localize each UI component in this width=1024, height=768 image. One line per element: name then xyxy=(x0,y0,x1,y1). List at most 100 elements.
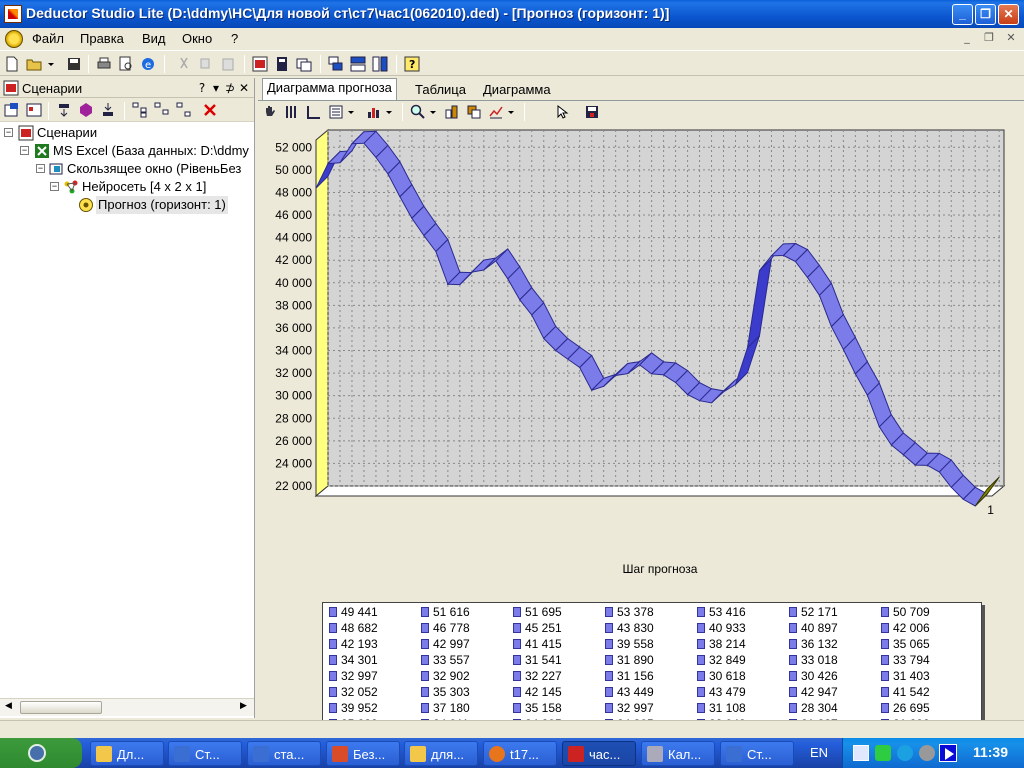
taskbar-button[interactable]: Кал... xyxy=(641,741,715,766)
panel-help-button[interactable]: ? xyxy=(196,81,208,95)
series-settings-icon[interactable] xyxy=(444,104,460,120)
language-indicator[interactable]: EN xyxy=(810,745,828,760)
legend-swatch xyxy=(605,687,613,697)
panel-close-button[interactable]: ✕ xyxy=(238,81,250,95)
series-copy-icon[interactable] xyxy=(466,104,482,120)
tree-expand-icon[interactable] xyxy=(132,102,148,118)
copy-icon[interactable] xyxy=(198,56,214,72)
chart-type-icon[interactable] xyxy=(366,104,382,120)
cut-icon[interactable] xyxy=(176,56,192,72)
export-icon[interactable] xyxy=(100,102,116,118)
legend-label: 53 416 xyxy=(709,605,746,619)
taskbar-button[interactable]: для... xyxy=(404,741,478,766)
tree-move-icon[interactable] xyxy=(176,102,192,118)
notebook-icon[interactable] xyxy=(274,56,290,72)
chart-type-dropdown-icon[interactable] xyxy=(384,104,394,120)
tile-vertical-icon[interactable] xyxy=(372,56,388,72)
panel-pin-button[interactable]: ⊅ xyxy=(224,81,236,95)
legend-dropdown-icon[interactable] xyxy=(346,104,356,120)
windows-icon[interactable] xyxy=(296,56,312,72)
print-preview-icon[interactable] xyxy=(118,56,134,72)
taskbar-button[interactable]: час... xyxy=(562,741,636,766)
legend-label: 32 052 xyxy=(341,685,378,699)
tab-table[interactable]: Таблица xyxy=(410,80,471,100)
zoom-icon[interactable] xyxy=(410,104,426,120)
menu-bar: Файл Правка Вид Окно ? _ ❐ ✕ xyxy=(0,28,1024,49)
process-icon[interactable] xyxy=(78,102,94,118)
paste-icon[interactable] xyxy=(220,56,236,72)
mdi-close-icon[interactable]: ✕ xyxy=(1004,31,1018,45)
legend-entry: 32 849 xyxy=(697,653,746,667)
volume-icon[interactable] xyxy=(919,745,935,761)
export-chart-icon[interactable] xyxy=(584,104,600,120)
line-chart-icon[interactable] xyxy=(488,104,504,120)
start-button[interactable] xyxy=(0,738,82,768)
zoom-dropdown-icon[interactable] xyxy=(428,104,438,120)
restore-button[interactable]: ❐ xyxy=(975,4,996,25)
menu-help[interactable]: ? xyxy=(231,31,238,46)
app-icon[interactable] xyxy=(4,5,22,23)
icq-icon[interactable] xyxy=(875,745,891,761)
scroll-right-icon[interactable]: ▶ xyxy=(240,701,247,711)
taskbar-button[interactable]: Без... xyxy=(326,741,400,766)
open-dropdown-icon[interactable] xyxy=(46,56,56,72)
mdi-minimize-icon[interactable]: _ xyxy=(960,31,974,45)
excel-icon xyxy=(35,144,49,158)
antivirus-icon[interactable] xyxy=(897,745,913,761)
tree-collapse-toggle-icon[interactable]: − xyxy=(4,128,13,137)
line-chart-dropdown-icon[interactable] xyxy=(506,104,516,120)
print-icon[interactable] xyxy=(96,56,112,72)
close-button[interactable]: ✕ xyxy=(998,4,1019,25)
legend-swatch xyxy=(881,623,889,633)
legend-swatch xyxy=(697,655,705,665)
menu-edit[interactable]: Правка xyxy=(80,31,124,46)
scenarios-panel-icon[interactable] xyxy=(252,56,268,72)
axes-icon[interactable] xyxy=(306,104,322,120)
clock[interactable]: 11:39 xyxy=(973,744,1008,760)
save-icon[interactable] xyxy=(66,56,82,72)
tree-collapse-toggle-icon[interactable]: − xyxy=(50,182,59,191)
y-tick-label: 44 000 xyxy=(275,231,312,245)
scrollbar-thumb[interactable] xyxy=(20,701,102,714)
tree-collapse-icon[interactable] xyxy=(154,102,170,118)
tab-chart[interactable]: Диаграмма xyxy=(478,80,556,100)
taskbar-button[interactable]: ста... xyxy=(247,741,321,766)
y-axis-labels: 22 000 24 000 26 000 28 000 30 000 32 000 34 0… xyxy=(275,140,312,493)
open-folder-icon[interactable] xyxy=(26,56,42,72)
hand-icon[interactable] xyxy=(262,104,278,120)
tab-forecast-chart[interactable]: Диаграмма прогноза xyxy=(262,78,397,100)
new-file-icon[interactable] xyxy=(4,56,20,72)
horizontal-scrollbar[interactable]: ◀ ▶ xyxy=(0,698,254,716)
panel-menu-button[interactable]: ▾ xyxy=(210,81,222,95)
cascade-icon[interactable] xyxy=(328,56,344,72)
legend-swatch xyxy=(605,671,613,681)
help-icon[interactable]: ? xyxy=(404,56,420,72)
legend-entry: 31 403 xyxy=(881,669,930,683)
column-select-icon[interactable] xyxy=(284,104,300,120)
legend-label: 39 558 xyxy=(617,637,654,651)
minimize-button[interactable]: _ xyxy=(952,4,973,25)
cursor-icon[interactable] xyxy=(554,104,570,120)
taskbar-button[interactable]: Дл... xyxy=(90,741,164,766)
delete-icon[interactable] xyxy=(202,102,218,118)
menu-window[interactable]: Окно xyxy=(182,31,212,46)
taskbar-button[interactable]: Ст... xyxy=(720,741,794,766)
menu-file[interactable]: Файл xyxy=(32,31,64,46)
legend-icon[interactable] xyxy=(328,104,344,120)
y-tick-label: 50 000 xyxy=(275,163,312,177)
mdi-restore-icon[interactable]: ❐ xyxy=(982,31,996,45)
wizard-icon[interactable] xyxy=(26,102,42,118)
taskbar-button[interactable]: Ст... xyxy=(168,741,242,766)
document-menu-icon[interactable] xyxy=(5,30,23,48)
tile-horizontal-icon[interactable] xyxy=(350,56,366,72)
tree-collapse-toggle-icon[interactable]: − xyxy=(20,146,29,155)
internet-explorer-icon[interactable]: e xyxy=(140,56,156,72)
properties-icon[interactable] xyxy=(4,102,20,118)
media-player-icon[interactable] xyxy=(939,744,957,762)
taskbar-button[interactable]: t17... xyxy=(483,741,557,766)
network-icon[interactable] xyxy=(853,745,869,761)
menu-view[interactable]: Вид xyxy=(142,31,166,46)
import-icon[interactable] xyxy=(56,102,72,118)
scroll-left-icon[interactable]: ◀ xyxy=(5,701,12,711)
tree-collapse-toggle-icon[interactable]: − xyxy=(36,164,45,173)
